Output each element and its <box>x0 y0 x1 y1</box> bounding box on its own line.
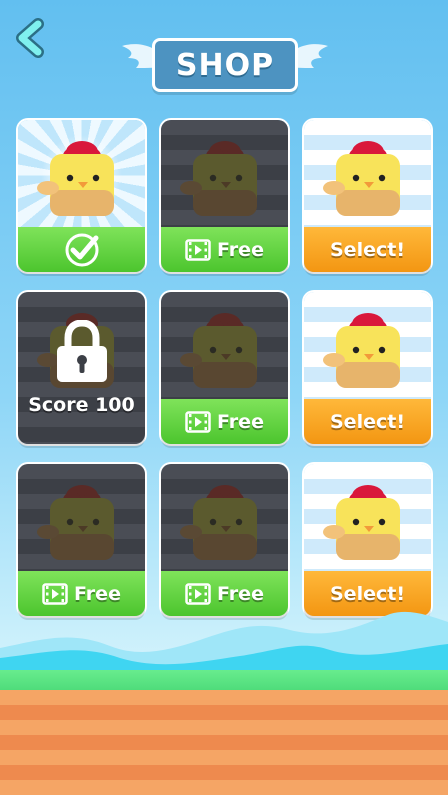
padlock-icon <box>56 320 107 382</box>
character-card-video-4[interactable]: Free <box>161 464 288 616</box>
chick-character-icon <box>323 141 400 216</box>
character-card-owned-3[interactable]: Select! <box>304 464 431 616</box>
chick-character-silhouette-icon <box>180 313 257 388</box>
score-requirement: Score 100 <box>28 394 135 416</box>
lock-overlay: Score 100 <box>18 292 145 444</box>
free-label: Free <box>217 238 264 261</box>
select-label: Select! <box>330 410 405 433</box>
selected-indicator <box>18 227 145 272</box>
character-card-owned-1[interactable]: Select! <box>304 120 431 272</box>
select-label: Select! <box>330 238 405 261</box>
character-card-selected[interactable] <box>18 120 145 272</box>
character-card-video-3[interactable]: Free <box>18 464 145 616</box>
page-title: SHOP <box>175 47 275 83</box>
character-card-video-1[interactable]: Free <box>161 120 288 272</box>
title-box: SHOP <box>152 38 298 92</box>
chick-character-icon <box>323 313 400 388</box>
ground <box>0 670 448 795</box>
mountains-background <box>0 611 448 672</box>
video-icon <box>185 238 211 261</box>
character-card-owned-2[interactable]: Select! <box>304 292 431 444</box>
character-card-score-locked[interactable]: Score 100 <box>18 292 145 444</box>
free-video-button[interactable]: Free <box>161 227 288 272</box>
chick-character-silhouette-icon <box>180 485 257 560</box>
select-button[interactable]: Select! <box>304 227 431 272</box>
select-button[interactable]: Select! <box>304 399 431 444</box>
dirt-stripes <box>0 690 448 795</box>
checkmark-icon <box>65 233 98 266</box>
grass-strip <box>0 670 448 690</box>
chevron-left-icon <box>16 18 44 58</box>
video-icon <box>185 410 211 433</box>
chick-character-silhouette-icon <box>37 485 114 560</box>
free-label: Free <box>217 410 264 433</box>
chick-character-icon <box>323 485 400 560</box>
back-button[interactable] <box>12 18 52 58</box>
chick-character-silhouette-icon <box>180 141 257 216</box>
chick-character-icon <box>37 141 114 216</box>
free-video-button[interactable]: Free <box>161 399 288 444</box>
shop-title-banner: SHOP <box>122 32 328 96</box>
character-card-video-2[interactable]: Free <box>161 292 288 444</box>
